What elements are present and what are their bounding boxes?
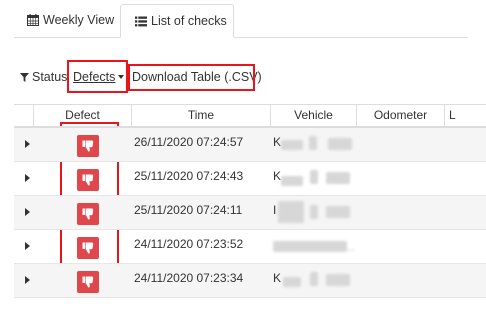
expand-row-icon[interactable] — [25, 242, 30, 250]
defect-badge[interactable] — [77, 203, 99, 225]
redacted-vehicle — [281, 176, 303, 186]
highlight-download-button — [128, 64, 255, 91]
table-row[interactable]: 24/11/2020 07:23:34 K — [14, 264, 486, 298]
redacted-vehicle — [326, 172, 350, 184]
redacted-vehicle — [278, 201, 304, 223]
list-icon — [135, 16, 147, 27]
redacted-vehicle — [310, 272, 318, 286]
tab-bar-divider — [14, 37, 468, 38]
redacted-vehicle — [281, 140, 303, 150]
tab-list-of-checks[interactable]: List of checks — [120, 4, 234, 38]
time-cell: 24/11/2020 07:23:34 — [134, 271, 244, 285]
defect-badge[interactable] — [77, 271, 99, 293]
redacted-vehicle — [273, 241, 347, 252]
defect-badge[interactable] — [77, 169, 99, 191]
table-row[interactable]: 26/11/2020 07:24:57 K — [14, 128, 486, 162]
expand-row-icon[interactable] — [25, 276, 30, 284]
table-row[interactable]: 24/11/2020 07:23:52 — [14, 230, 486, 264]
redacted-vehicle — [348, 249, 350, 251]
defect-badge[interactable] — [77, 237, 99, 259]
column-header-truncated[interactable]: L — [449, 108, 469, 122]
defect-badge[interactable] — [77, 135, 99, 157]
status-label-text: Status — [32, 70, 68, 84]
table-header: Defect Time Vehicle Odometer L — [14, 104, 486, 128]
expand-row-icon[interactable] — [25, 208, 30, 216]
expand-row-icon[interactable] — [25, 140, 30, 148]
vehicle-cell: K — [273, 135, 282, 149]
status-filter-label: Status — [20, 70, 67, 84]
table-row[interactable]: 25/11/2020 07:24:43 K — [14, 162, 486, 196]
redacted-vehicle — [283, 277, 301, 287]
thumbs-down-icon — [82, 242, 94, 254]
calendar-icon — [27, 14, 39, 26]
highlight-status-dropdown — [67, 60, 128, 93]
table-row[interactable]: 25/11/2020 07:24:11 I — [14, 196, 486, 230]
thumbs-down-icon — [82, 140, 94, 152]
tab-weekly-view[interactable]: Weekly View — [27, 4, 114, 37]
redacted-vehicle — [310, 205, 318, 219]
column-header-defect[interactable]: Defect — [34, 108, 131, 122]
thumbs-down-icon — [82, 174, 94, 186]
tab-bar: Weekly View List of checks — [0, 0, 486, 38]
redacted-vehicle — [326, 206, 350, 218]
redacted-vehicle — [309, 136, 317, 150]
thumbs-down-icon — [82, 276, 94, 288]
thumbs-down-icon — [82, 208, 94, 220]
time-cell: 25/11/2020 07:24:11 — [134, 203, 243, 217]
filter-icon — [20, 73, 29, 82]
column-divider — [444, 105, 445, 126]
vehicle-cell: K — [273, 169, 282, 183]
redacted-vehicle — [326, 274, 350, 286]
time-cell: 25/11/2020 07:24:43 — [134, 169, 244, 183]
redacted-vehicle — [352, 249, 354, 251]
redacted-vehicle — [328, 138, 352, 150]
time-cell: 24/11/2020 07:23:52 — [134, 237, 244, 251]
tab-weekly-view-label: Weekly View — [43, 13, 115, 27]
column-header-vehicle[interactable]: Vehicle — [271, 108, 356, 122]
column-header-odometer[interactable]: Odometer — [357, 108, 444, 122]
time-cell: 26/11/2020 07:24:57 — [134, 135, 244, 149]
column-header-time[interactable]: Time — [132, 108, 270, 122]
expand-row-icon[interactable] — [25, 174, 30, 182]
tab-list-of-checks-label: List of checks — [151, 14, 227, 28]
redacted-vehicle — [310, 170, 318, 184]
vehicle-cell: I — [273, 203, 277, 217]
vehicle-cell: K — [273, 271, 282, 285]
